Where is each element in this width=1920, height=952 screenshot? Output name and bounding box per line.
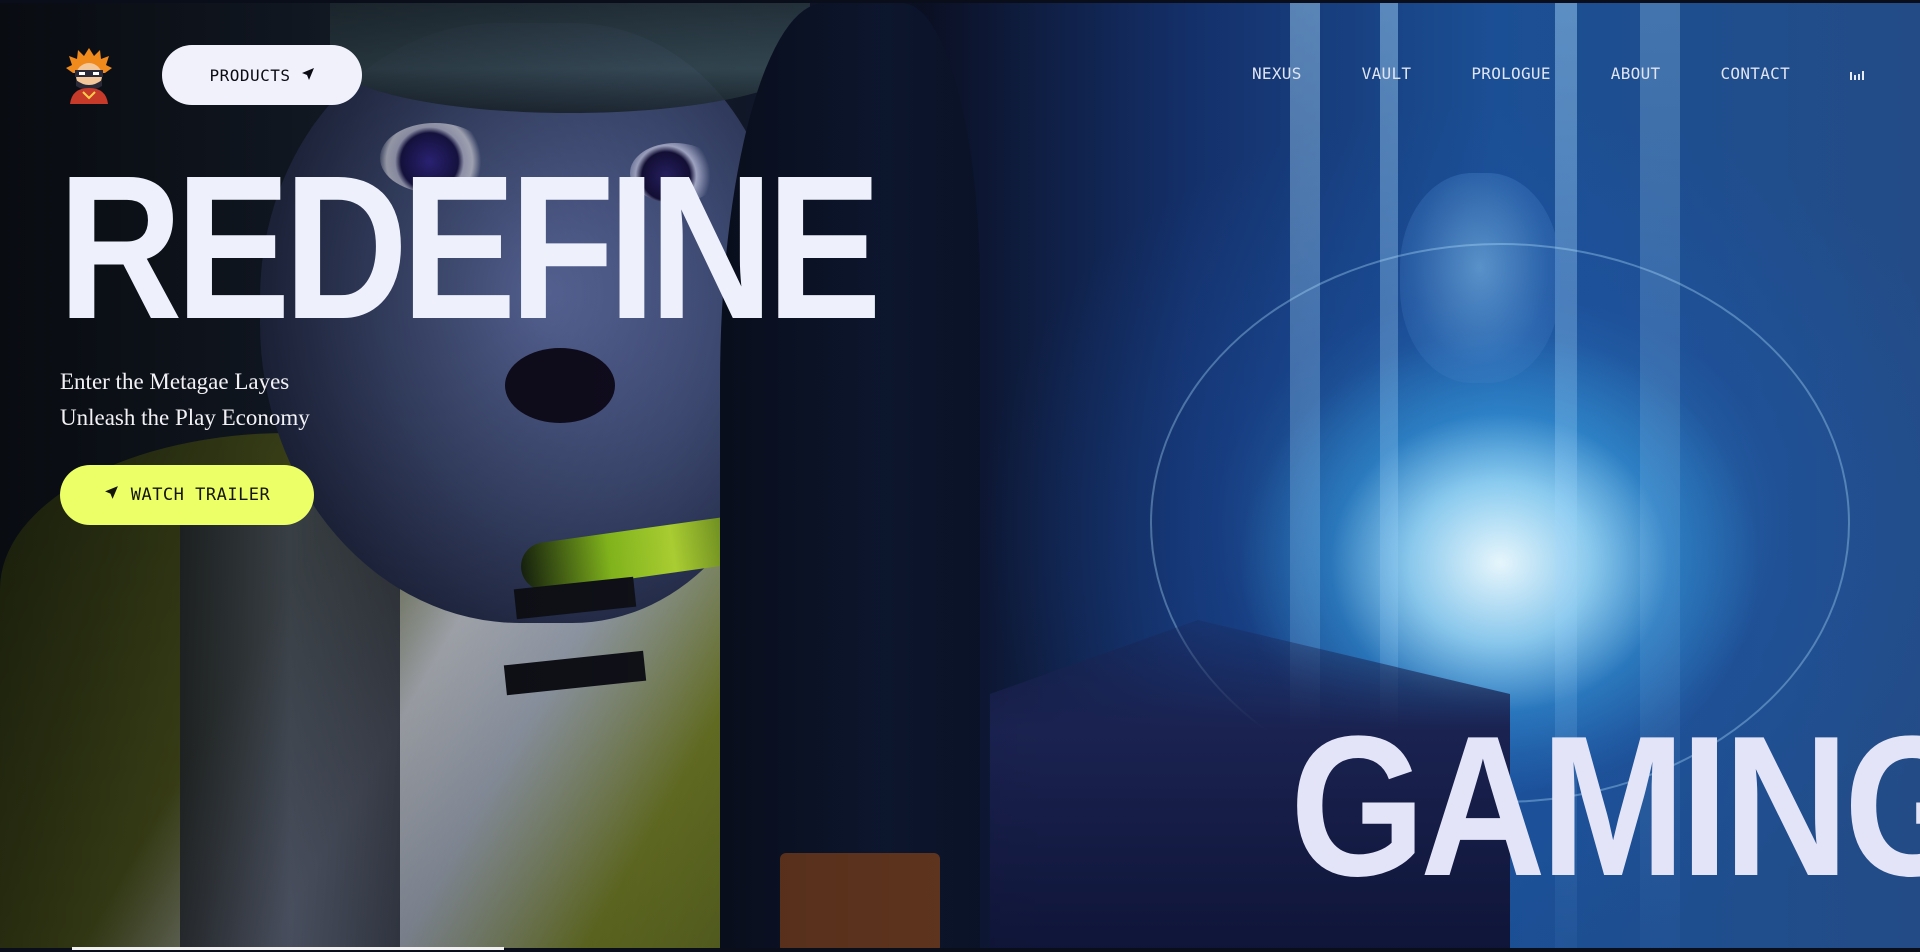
audio-bars-icon[interactable] [1850,68,1864,80]
video-progress-bar [72,947,504,950]
hero-tagline: Enter the Metagae Layes Unleash the Play… [60,364,310,436]
products-button[interactable]: PRODUCTS [162,45,362,105]
hero-headline: REDEFINE [58,133,882,362]
nav-item-nexus[interactable]: NEXUS [1252,64,1302,83]
nav-item-about[interactable]: ABOUT [1611,64,1661,83]
watch-trailer-label: WATCH TRAILER [130,485,271,505]
nav-item-vault[interactable]: VAULT [1362,64,1412,83]
nav-item-contact[interactable]: CONTACT [1720,64,1790,83]
nav-item-prologue[interactable]: PROLOGUE [1471,64,1550,83]
ninja-mascot-icon[interactable] [64,46,114,104]
tagline-line: Enter the Metagae Layes [60,369,290,394]
tagline-line: Unleash the Play Economy [60,405,310,430]
navigation-arrow-icon [301,66,315,85]
main-nav: NEXUS VAULT PROLOGUE ABOUT CONTACT [1252,64,1864,83]
hero-corner-word: GAMING [1290,695,1920,918]
watch-trailer-button[interactable]: WATCH TRAILER [60,465,314,525]
navigation-arrow-icon [104,485,119,505]
products-button-label: PRODUCTS [209,65,291,85]
